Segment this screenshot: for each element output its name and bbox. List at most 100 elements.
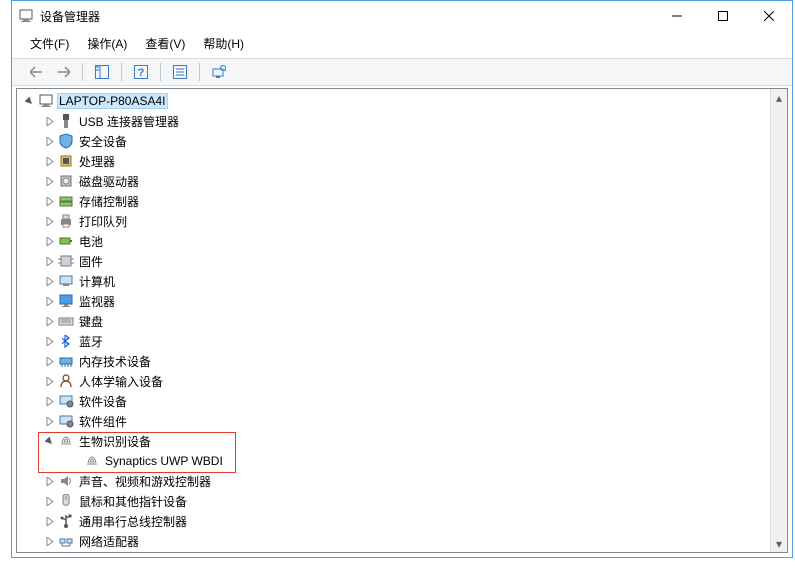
hid-icon bbox=[58, 373, 74, 389]
minimize-button[interactable] bbox=[654, 1, 700, 31]
tree-category-softdev[interactable]: 软件设备 bbox=[17, 391, 770, 411]
maximize-button[interactable] bbox=[700, 1, 746, 31]
expand-toggle[interactable] bbox=[41, 153, 57, 169]
properties-button[interactable] bbox=[169, 61, 191, 83]
tree-category-label: 计算机 bbox=[77, 273, 117, 290]
device-tree[interactable]: LAPTOP-P80ASA4I USB 连接器管理器安全设备处理器磁盘驱动器存储控… bbox=[17, 89, 770, 552]
tree-category-label: 生物识别设备 bbox=[77, 433, 153, 450]
tree-category-label: 网络适配器 bbox=[77, 533, 141, 550]
tree-category-battery[interactable]: 电池 bbox=[17, 231, 770, 251]
tree-category-label: 磁盘驱动器 bbox=[77, 173, 141, 190]
chip-icon bbox=[58, 253, 74, 269]
tree-category-label: 键盘 bbox=[77, 313, 105, 330]
expand-toggle[interactable] bbox=[41, 473, 57, 489]
tree-category-usb[interactable]: USB 连接器管理器 bbox=[17, 111, 770, 131]
tree-category-audio[interactable]: 声音、视频和游戏控制器 bbox=[17, 471, 770, 491]
keyboard-icon bbox=[58, 313, 74, 329]
tree-category-hid[interactable]: 人体学输入设备 bbox=[17, 371, 770, 391]
show-hide-tree-button[interactable] bbox=[91, 61, 113, 83]
disk-icon bbox=[58, 173, 74, 189]
bluetooth-icon bbox=[58, 333, 74, 349]
expand-toggle[interactable] bbox=[21, 93, 37, 109]
help-button[interactable]: ? bbox=[130, 61, 152, 83]
usb-icon bbox=[58, 113, 74, 129]
menu-view[interactable]: 查看(V) bbox=[141, 33, 189, 54]
tree-category-usbctrl[interactable]: 通用串行总线控制器 bbox=[17, 511, 770, 531]
network-icon bbox=[58, 533, 74, 549]
tree-category-label: 声音、视频和游戏控制器 bbox=[77, 473, 213, 490]
expand-toggle[interactable] bbox=[41, 413, 57, 429]
printer-icon bbox=[58, 213, 74, 229]
expand-toggle[interactable] bbox=[41, 113, 57, 129]
expand-toggle[interactable] bbox=[41, 273, 57, 289]
tree-category-security[interactable]: 安全设备 bbox=[17, 131, 770, 151]
menu-file[interactable]: 文件(F) bbox=[26, 33, 73, 54]
computer-icon bbox=[58, 273, 74, 289]
expand-toggle[interactable] bbox=[41, 353, 57, 369]
fingerprint-icon bbox=[84, 453, 100, 469]
toolbar: ? bbox=[12, 58, 792, 86]
monitor-icon bbox=[58, 293, 74, 309]
titlebar: 设备管理器 bbox=[12, 1, 792, 31]
app-icon bbox=[18, 8, 34, 24]
expand-toggle[interactable] bbox=[41, 433, 57, 449]
expand-toggle[interactable] bbox=[41, 173, 57, 189]
tree-category-storage[interactable]: 存储控制器 bbox=[17, 191, 770, 211]
expand-toggle[interactable] bbox=[41, 253, 57, 269]
scroll-down-arrow[interactable]: ▾ bbox=[771, 535, 787, 552]
expand-toggle[interactable] bbox=[41, 513, 57, 529]
expand-toggle[interactable] bbox=[41, 373, 57, 389]
scan-hardware-button[interactable] bbox=[208, 61, 230, 83]
close-button[interactable] bbox=[746, 1, 792, 31]
menu-action[interactable]: 操作(A) bbox=[83, 33, 131, 54]
expand-toggle[interactable] bbox=[41, 493, 57, 509]
expand-toggle[interactable] bbox=[41, 293, 57, 309]
menubar: 文件(F) 操作(A) 查看(V) 帮助(H) bbox=[12, 31, 792, 58]
tree-category-label: 打印队列 bbox=[77, 213, 129, 230]
tree-root-label: LAPTOP-P80ASA4I bbox=[57, 93, 168, 109]
tree-category-label: 存储控制器 bbox=[77, 193, 141, 210]
tree-category-cpu[interactable]: 处理器 bbox=[17, 151, 770, 171]
tree-category-print[interactable]: 打印队列 bbox=[17, 211, 770, 231]
tree-device-wbdi[interactable]: Synaptics UWP WBDI bbox=[17, 451, 770, 471]
forward-button[interactable] bbox=[52, 61, 74, 83]
expand-toggle[interactable] bbox=[41, 213, 57, 229]
expand-toggle bbox=[67, 453, 83, 469]
tree-category-memtech[interactable]: 内存技术设备 bbox=[17, 351, 770, 371]
tree-category-label: 监视器 bbox=[77, 293, 117, 310]
tree-category-monitor[interactable]: 监视器 bbox=[17, 291, 770, 311]
scroll-up-arrow[interactable]: ▴ bbox=[771, 89, 787, 106]
tree-root[interactable]: LAPTOP-P80ASA4I bbox=[17, 91, 770, 111]
menu-help[interactable]: 帮助(H) bbox=[199, 33, 248, 54]
storage-icon bbox=[58, 193, 74, 209]
tree-category-label: 通用串行总线控制器 bbox=[77, 513, 189, 530]
tree-category-biometric[interactable]: 生物识别设备 bbox=[17, 431, 770, 451]
tree-category-bluetooth[interactable]: 蓝牙 bbox=[17, 331, 770, 351]
expand-toggle[interactable] bbox=[41, 333, 57, 349]
tree-category-label: 人体学输入设备 bbox=[77, 373, 165, 390]
tree-category-firmware[interactable]: 固件 bbox=[17, 251, 770, 271]
shield-icon bbox=[58, 133, 74, 149]
tree-category-label: USB 连接器管理器 bbox=[77, 113, 181, 130]
tree-category-softcomp[interactable]: 软件组件 bbox=[17, 411, 770, 431]
software-icon bbox=[58, 413, 74, 429]
tree-category-label: 内存技术设备 bbox=[77, 353, 153, 370]
tree-category-computer[interactable]: 计算机 bbox=[17, 271, 770, 291]
tree-category-netadapter[interactable]: 网络适配器 bbox=[17, 531, 770, 551]
mouse-icon bbox=[58, 493, 74, 509]
device-tree-panel: LAPTOP-P80ASA4I USB 连接器管理器安全设备处理器磁盘驱动器存储控… bbox=[16, 88, 788, 553]
vertical-scrollbar[interactable]: ▴ ▾ bbox=[770, 89, 787, 552]
expand-toggle[interactable] bbox=[41, 233, 57, 249]
back-button[interactable] bbox=[26, 61, 48, 83]
expand-toggle[interactable] bbox=[41, 193, 57, 209]
tree-category-mouse[interactable]: 鼠标和其他指针设备 bbox=[17, 491, 770, 511]
tree-category-label: 鼠标和其他指针设备 bbox=[77, 493, 189, 510]
expand-toggle[interactable] bbox=[41, 533, 57, 549]
usb-ctrl-icon bbox=[58, 513, 74, 529]
computer-root-icon bbox=[38, 93, 54, 109]
tree-category-keyboard[interactable]: 键盘 bbox=[17, 311, 770, 331]
expand-toggle[interactable] bbox=[41, 313, 57, 329]
expand-toggle[interactable] bbox=[41, 133, 57, 149]
expand-toggle[interactable] bbox=[41, 393, 57, 409]
tree-category-disk[interactable]: 磁盘驱动器 bbox=[17, 171, 770, 191]
